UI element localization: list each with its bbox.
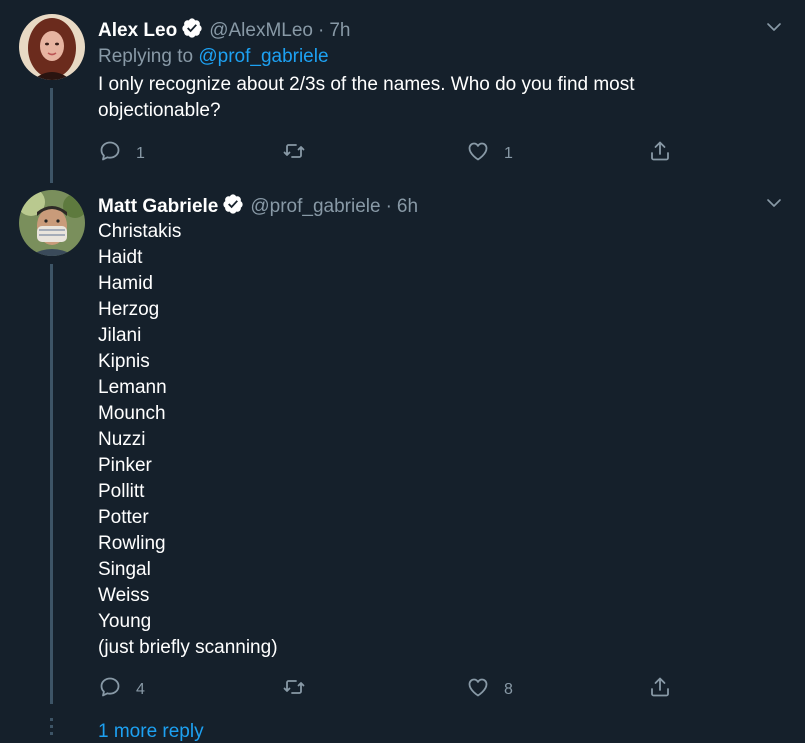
tweet-alex-leo[interactable]: Alex Leo @AlexMLeo · 7h Replying to @prof_g… [0,0,805,185]
separator-dot: · [385,196,392,217]
tweet-text-line: (just briefly scanning) [98,637,278,658]
verified-badge-icon [222,193,244,221]
like-count: 1 [504,144,513,162]
share-button[interactable] [648,675,672,704]
replying-to-handle-link[interactable]: @prof_gabriele [198,46,328,67]
tweet-text: I only recognize about 2/3s of the names… [98,72,635,124]
tweet-text-line: Herzog [98,299,160,320]
tweet-text-line: Christakis [98,221,182,242]
verified-badge-icon [181,17,203,45]
like-button[interactable]: 8 [466,675,513,704]
retweet-icon [282,675,306,704]
tweet-text-line: Pinker [98,455,152,476]
tweet-header: Matt Gabriele @prof_gabriele · 6h [98,193,418,221]
user-handle[interactable]: @AlexMLeo [209,20,313,41]
share-icon [648,139,672,168]
tweet-text-line: objectionable? [98,100,221,121]
like-button[interactable]: 1 [466,139,513,168]
heart-icon [466,139,490,168]
tweet-text-line: Young [98,611,152,632]
tweet-text-line: I only recognize about 2/3s of the names… [98,74,635,95]
reply-icon [98,675,122,704]
share-icon [648,675,672,704]
tweet-actions: 4 8 [98,675,678,699]
tweet-text-line: Haidt [98,247,143,268]
tweet-text-line: Rowling [98,533,166,554]
tweet-text-line: Mounch [98,403,166,424]
display-name[interactable]: Alex Leo [98,20,177,41]
replying-to-label: Replying to [98,46,194,67]
share-button[interactable] [648,139,672,168]
thread-line [50,88,53,183]
retweet-button[interactable] [282,139,320,168]
tweet-text-line: Weiss [98,585,150,606]
retweet-button[interactable] [282,675,320,704]
reply-icon [98,139,122,168]
reply-button[interactable]: 4 [98,675,145,704]
tweet-text-line: Lemann [98,377,167,398]
chevron-down-icon[interactable] [765,18,783,36]
retweet-icon [282,139,306,168]
tweet-text: Christakis Haidt Hamid Herzog Jilani Kipnis Le… [98,219,278,661]
user-handle[interactable]: @prof_gabriele [250,196,380,217]
like-count: 8 [504,680,513,698]
heart-icon [466,675,490,704]
tweet-text-line: Hamid [98,273,153,294]
tweet-actions: 1 1 [98,139,678,163]
tweet-text-line: Nuzzi [98,429,146,450]
thread-more-dots [50,718,53,741]
separator-dot: · [317,20,325,41]
tweet-text-line: Pollitt [98,481,145,502]
avatar[interactable] [19,190,85,256]
tweet-text-line: Jilani [98,325,142,346]
tweet-text-line: Kipnis [98,351,150,372]
reply-count: 1 [136,144,145,162]
tweet-text-line: Singal [98,559,151,580]
display-name[interactable]: Matt Gabriele [98,196,218,217]
replying-to: Replying to @prof_gabriele [98,46,329,68]
thread-line [50,264,53,704]
timestamp[interactable]: 6h [397,196,418,217]
tweet-text-line: Potter [98,507,149,528]
chevron-down-icon[interactable] [765,194,783,212]
reply-button[interactable]: 1 [98,139,145,168]
tweet-header: Alex Leo @AlexMLeo · 7h [98,17,350,45]
avatar[interactable] [19,14,85,80]
reply-count: 4 [136,680,145,698]
timestamp[interactable]: 7h [329,20,350,41]
